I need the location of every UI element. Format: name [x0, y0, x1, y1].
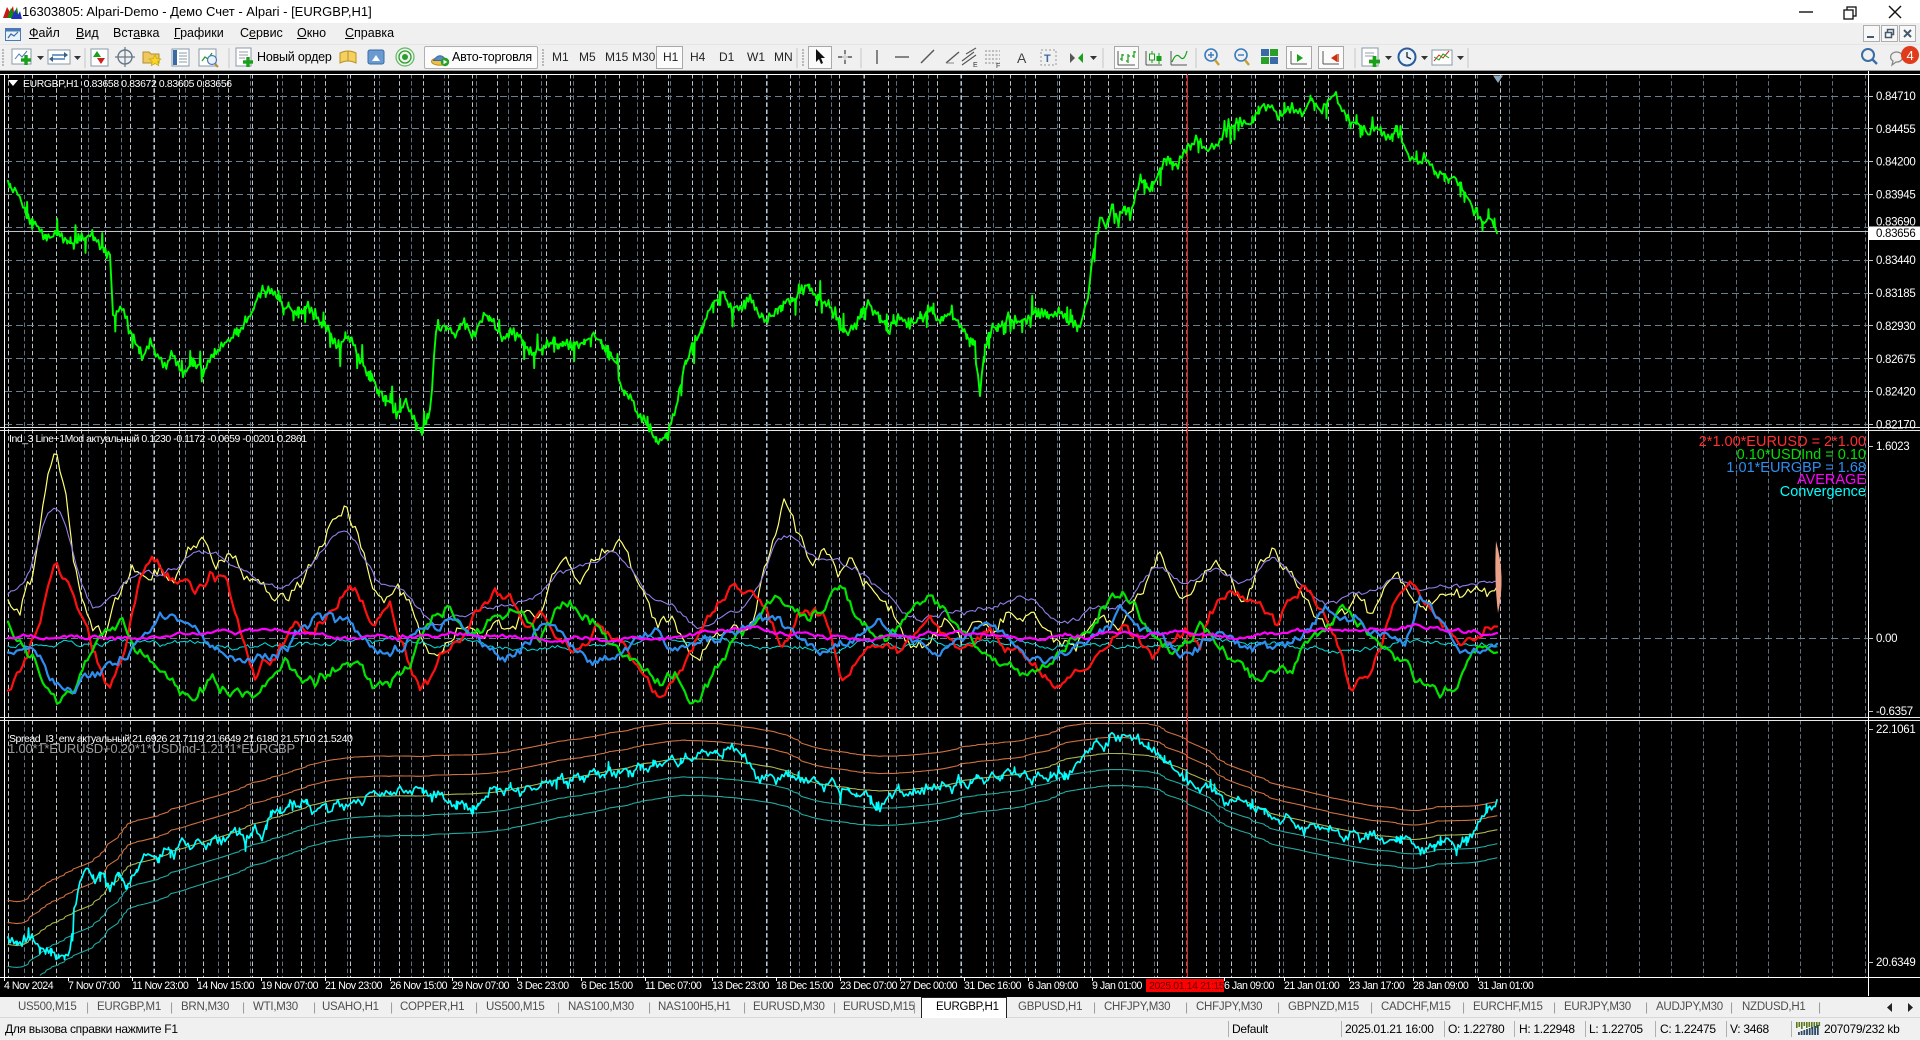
- svg-text:0.82675: 0.82675: [1876, 354, 1915, 366]
- svg-text:0.84200: 0.84200: [1876, 157, 1915, 169]
- svg-text:-0.6357: -0.6357: [1876, 706, 1913, 718]
- svg-text:6 Jan 09:00: 6 Jan 09:00: [1224, 980, 1274, 992]
- svg-text:11 Dec 07:00: 11 Dec 07:00: [645, 980, 702, 992]
- svg-text:18 Dec 15:00: 18 Dec 15:00: [776, 980, 834, 992]
- svg-text:23 Jan 17:00: 23 Jan 17:00: [1349, 980, 1405, 992]
- svg-text:E: E: [973, 62, 978, 69]
- svg-text:0.84455: 0.84455: [1876, 124, 1915, 136]
- svg-text:0.83440: 0.83440: [1876, 255, 1915, 267]
- svg-text:0.83945: 0.83945: [1876, 190, 1915, 202]
- svg-text:0.83656: 0.83656: [1876, 228, 1915, 240]
- svg-text:0.82170: 0.82170: [1876, 420, 1915, 432]
- svg-text:7 Nov 07:00: 7 Nov 07:00: [68, 980, 120, 992]
- svg-text:1.00*1*EURUSD+0.20*1*USDInd-1.: 1.00*1*EURUSD+0.20*1*USDInd-1.21*1*EURGB…: [8, 741, 295, 756]
- svg-text:4: 4: [1907, 48, 1914, 63]
- svg-text:Ind_3 Line+1Mod актуальный 0.1: Ind_3 Line+1Mod актуальный 0.1230 -0.117…: [9, 433, 307, 445]
- svg-text:31 Jan 01:00: 31 Jan 01:00: [1478, 980, 1534, 992]
- svg-text:11 Nov 23:00: 11 Nov 23:00: [132, 980, 189, 992]
- svg-text:2025.01.14 21:15: 2025.01.14 21:15: [1149, 980, 1225, 992]
- svg-text:27 Dec 00:00: 27 Dec 00:00: [900, 980, 958, 992]
- svg-text:Convergence: Convergence: [1780, 484, 1866, 500]
- svg-text:0.83185: 0.83185: [1876, 288, 1915, 300]
- svg-text:0.84710: 0.84710: [1876, 91, 1915, 103]
- svg-text:23 Dec 07:00: 23 Dec 07:00: [840, 980, 898, 992]
- svg-text:A: A: [1017, 50, 1027, 66]
- svg-text:9 Jan 01:00: 9 Jan 01:00: [1092, 980, 1142, 992]
- svg-text:28 Jan 09:00: 28 Jan 09:00: [1413, 980, 1469, 992]
- svg-text:6 Jan 09:00: 6 Jan 09:00: [1028, 980, 1078, 992]
- svg-text:20.6349: 20.6349: [1876, 957, 1915, 969]
- svg-text:29 Nov 07:00: 29 Nov 07:00: [452, 980, 510, 992]
- svg-text:14 Nov 15:00: 14 Nov 15:00: [197, 980, 255, 992]
- svg-text:3 Dec 23:00: 3 Dec 23:00: [517, 980, 569, 992]
- svg-text:13 Dec 23:00: 13 Dec 23:00: [712, 980, 770, 992]
- svg-text:EURGBP,H1 0.83658 0.83672 0.8: EURGBP,H1 0.83658 0.83672 0.83605 0.8365…: [23, 79, 232, 90]
- svg-text:21 Jan 01:00: 21 Jan 01:00: [1284, 980, 1340, 992]
- svg-text:0.82420: 0.82420: [1876, 387, 1915, 399]
- svg-text:26 Nov 15:00: 26 Nov 15:00: [390, 980, 448, 992]
- svg-text:4 Nov 2024: 4 Nov 2024: [4, 980, 54, 992]
- svg-text:19 Nov 07:00: 19 Nov 07:00: [261, 980, 319, 992]
- svg-text:31 Dec 16:00: 31 Dec 16:00: [964, 980, 1022, 992]
- svg-text:6 Dec 15:00: 6 Dec 15:00: [581, 980, 633, 992]
- svg-text:F: F: [996, 63, 1000, 70]
- svg-text:0.82930: 0.82930: [1876, 321, 1915, 333]
- svg-text:1.6023: 1.6023: [1876, 441, 1909, 453]
- svg-text:21 Nov 23:00: 21 Nov 23:00: [325, 980, 383, 992]
- svg-text:22.1061: 22.1061: [1876, 724, 1915, 736]
- svg-text:T: T: [1044, 53, 1051, 65]
- svg-text:0.00: 0.00: [1876, 633, 1897, 645]
